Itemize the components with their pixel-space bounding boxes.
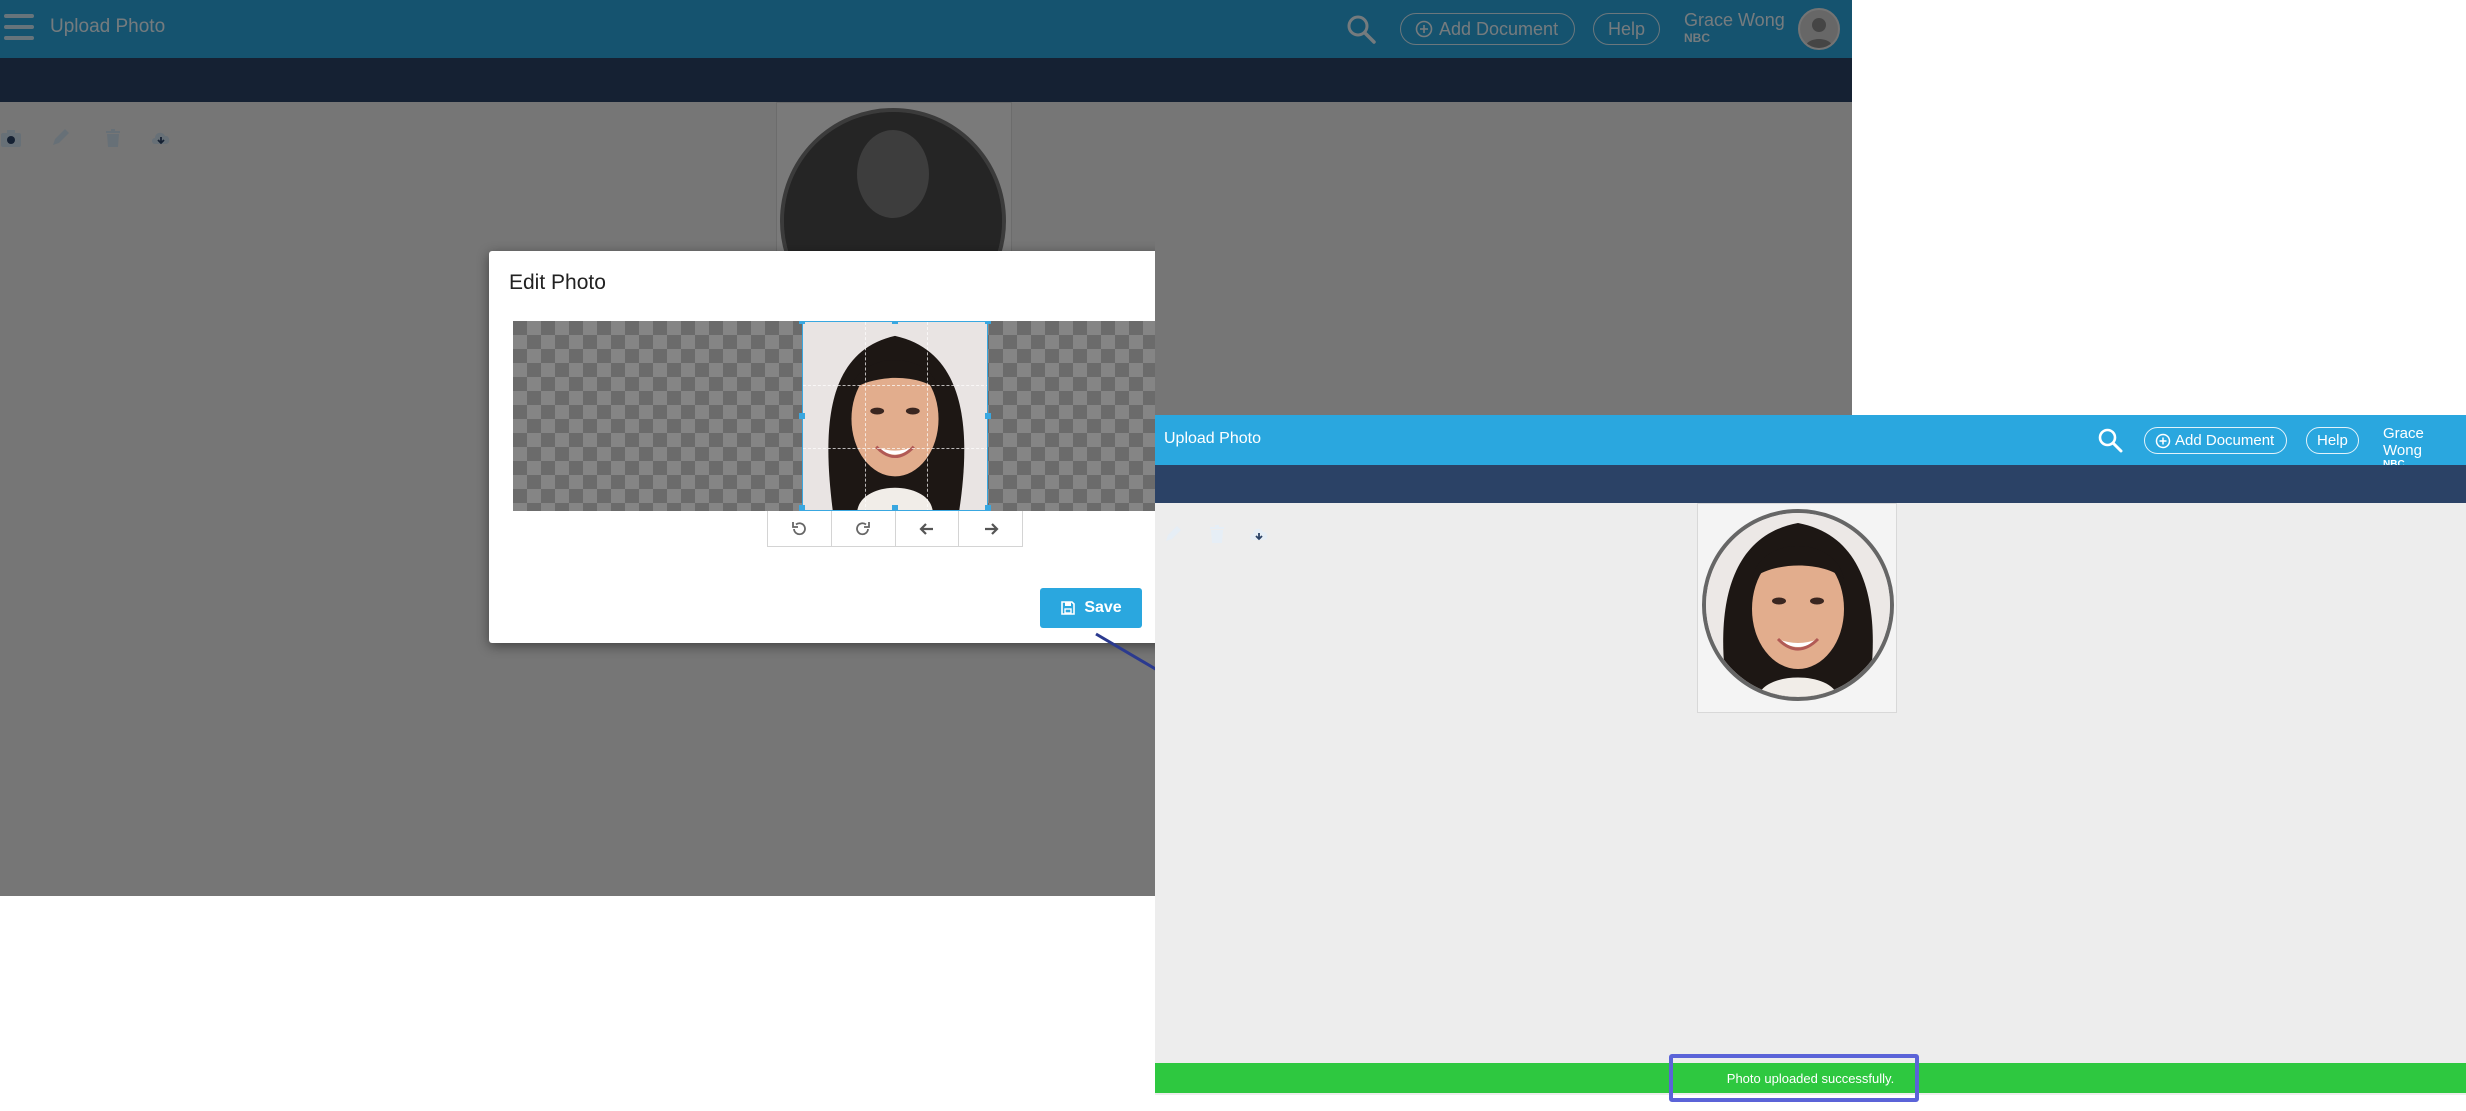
toolbar — [1155, 465, 2466, 543]
annotation-highlight — [1669, 1054, 1919, 1102]
crop-controls — [767, 511, 1023, 547]
save-label: Save — [1084, 599, 1122, 616]
crop-handle[interactable] — [799, 321, 805, 324]
rotate-left-icon — [792, 521, 807, 535]
crop-handle[interactable] — [892, 321, 898, 324]
rotate-left-button[interactable] — [768, 511, 832, 546]
pencil-icon[interactable] — [1163, 524, 1183, 544]
crop-handle[interactable] — [985, 321, 991, 324]
search-icon[interactable] — [2097, 427, 2123, 453]
crop-selection[interactable] — [802, 321, 988, 511]
page-title: Upload Photo — [1164, 430, 1261, 447]
modal-clip: Edit Photo ✖ — [0, 0, 1155, 1111]
user-info[interactable]: Grace Wong NBC — [2383, 425, 2466, 470]
add-document-label: Add Document — [2175, 432, 2275, 449]
arrow-right-icon — [984, 522, 999, 535]
app-header: Upload Photo Add Document Help Grace Won… — [1155, 415, 2466, 470]
add-document-button[interactable]: Add Document — [2144, 427, 2288, 454]
crop-handle[interactable] — [985, 413, 991, 419]
crop-canvas[interactable] — [513, 321, 1155, 511]
arrow-left-icon — [919, 522, 933, 535]
help-button[interactable]: Help — [2306, 427, 2359, 454]
portrait-photo — [803, 322, 987, 510]
trash-icon[interactable] — [1207, 524, 1227, 544]
crop-handle[interactable] — [799, 413, 805, 419]
edit-photo-modal: Edit Photo ✖ — [489, 251, 1155, 643]
portrait-photo — [1706, 513, 1890, 697]
plus-circle-icon — [2155, 433, 2171, 448]
move-right-button[interactable] — [959, 511, 1022, 546]
user-name: Grace Wong — [2383, 425, 2424, 459]
floppy-disk-icon — [1061, 601, 1076, 615]
result-app-window: Upload Photo Add Document Help Grace Won… — [1155, 415, 2466, 1095]
modal-title: Edit Photo — [509, 271, 606, 294]
move-left-button[interactable] — [896, 511, 960, 546]
rotate-right-button[interactable] — [832, 511, 896, 546]
profile-photo[interactable] — [1702, 509, 1894, 701]
rotate-right-icon — [856, 521, 871, 535]
cloud-download-icon[interactable] — [1249, 524, 1269, 544]
composite-screenshot: Upload Photo Add Document Help Grace Won… — [0, 0, 2466, 1111]
